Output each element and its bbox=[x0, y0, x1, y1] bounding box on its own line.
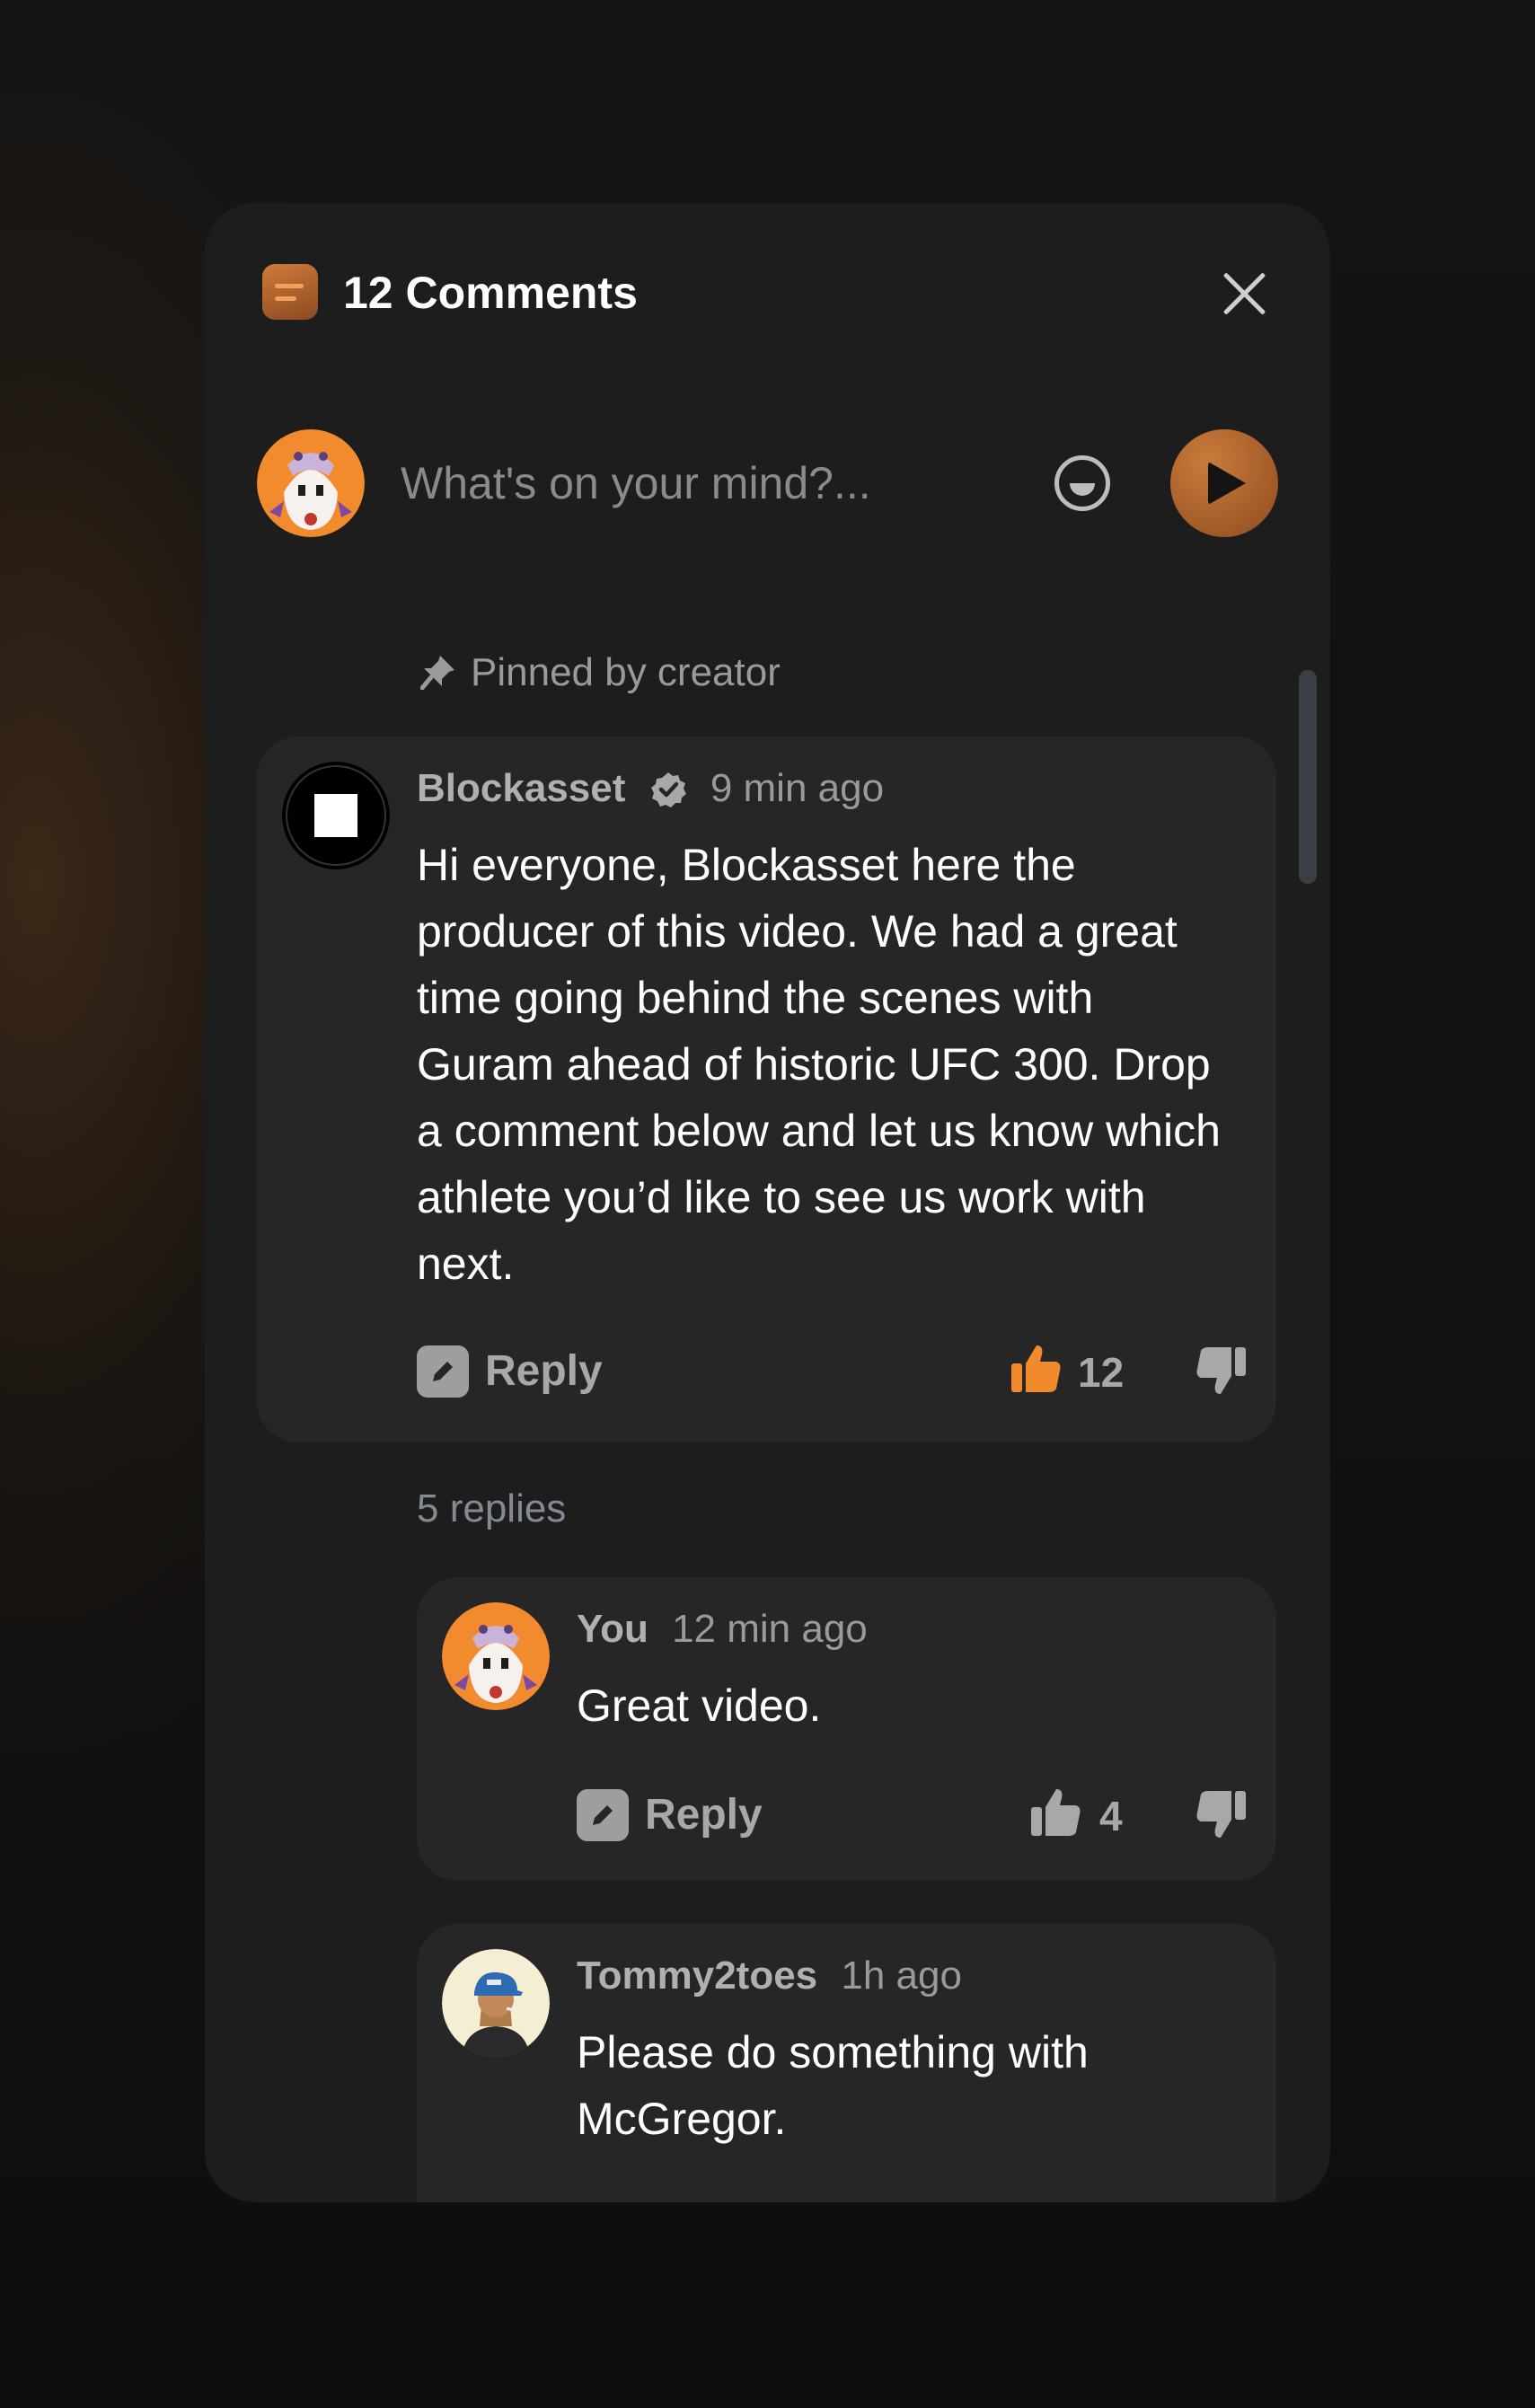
close-icon[interactable] bbox=[1215, 262, 1273, 320]
like-count: 12 bbox=[1078, 1349, 1125, 1396]
comments-panel: 12 Comments Pinned bbox=[205, 203, 1330, 2202]
reply-time: 12 min ago bbox=[672, 1607, 868, 1651]
comments-title: 12 Comments bbox=[343, 268, 638, 318]
verified-badge-icon bbox=[650, 772, 686, 807]
reply-label: Reply bbox=[485, 1347, 603, 1395]
panel-header: 12 Comments bbox=[262, 262, 1273, 320]
reply-avatar bbox=[442, 1602, 550, 1710]
blockasset-avatar bbox=[282, 762, 390, 869]
comment-author[interactable]: Blockasset bbox=[417, 766, 625, 810]
comments-icon bbox=[262, 264, 318, 320]
reply-icon bbox=[417, 1345, 469, 1398]
comment-actions: Reply 12 bbox=[417, 1342, 1248, 1399]
user-avatar bbox=[257, 429, 365, 537]
reply-author[interactable]: You bbox=[577, 1607, 648, 1651]
replies-toggle[interactable]: 5 replies bbox=[417, 1484, 566, 1534]
pinned-label: Pinned by creator bbox=[471, 650, 781, 694]
reply-comment: You 12 min ago Great video. Reply 4 bbox=[417, 1577, 1276, 1881]
dislike-button[interactable] bbox=[1194, 1787, 1248, 1841]
comment-meta: Blockasset 9 min ago bbox=[417, 763, 884, 814]
comment-time: 9 min ago bbox=[710, 766, 885, 810]
comment-text: Hi everyone, Blockasset here the produce… bbox=[417, 840, 1221, 1289]
reply-time: 1h ago bbox=[841, 1954, 962, 1998]
pinned-comment: Blockasset 9 min ago Hi everyone, Blocka… bbox=[257, 737, 1276, 1442]
reply-text: Great video. bbox=[577, 1680, 822, 1731]
reply-icon bbox=[577, 1789, 629, 1841]
send-button[interactable] bbox=[1170, 429, 1278, 537]
thumbs-down-icon bbox=[1196, 1347, 1246, 1394]
reply-comment: Tommy2toes 1h ago Please do something wi… bbox=[417, 1924, 1276, 2202]
tommy2toes-avatar bbox=[442, 1949, 550, 2057]
reply-author[interactable]: Tommy2toes bbox=[577, 1954, 817, 1998]
scrollbar-thumb[interactable] bbox=[1299, 670, 1317, 884]
reply-actions: Reply 4 bbox=[577, 1786, 1248, 1843]
reply-text: Please do something with McGregor. bbox=[577, 2027, 1089, 2144]
reply-meta: Tommy2toes 1h ago bbox=[577, 1951, 962, 2001]
comment-composer bbox=[257, 429, 1278, 537]
dislike-button[interactable] bbox=[1194, 1344, 1248, 1398]
pin-icon bbox=[420, 656, 454, 690]
reply-meta: You 12 min ago bbox=[577, 1604, 868, 1654]
comment-input[interactable] bbox=[401, 449, 975, 517]
thumbs-up-icon bbox=[1031, 1789, 1081, 1836]
emoji-icon[interactable] bbox=[1054, 455, 1110, 511]
thumbs-up-icon bbox=[1011, 1345, 1061, 1392]
like-count: 4 bbox=[1099, 1793, 1123, 1839]
thumbs-down-icon bbox=[1196, 1791, 1246, 1838]
reply-label: Reply bbox=[645, 1791, 763, 1839]
